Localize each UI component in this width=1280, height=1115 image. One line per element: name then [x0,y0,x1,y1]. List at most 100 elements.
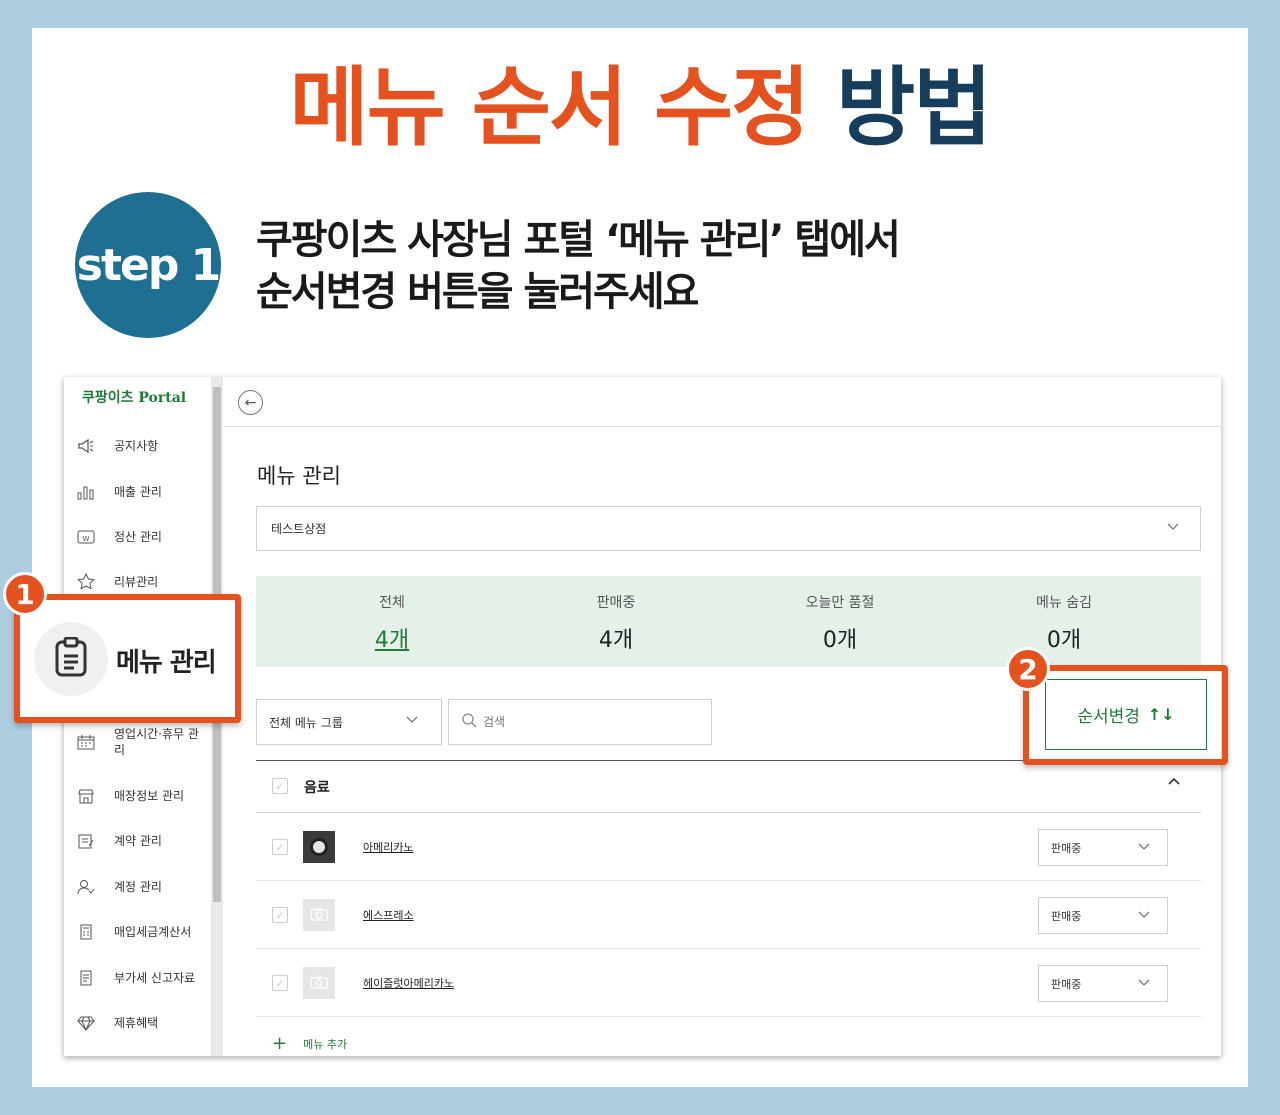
sidebar-item-contract[interactable]: 계약 관리 [76,826,162,856]
highlight-reorder-button [1023,665,1228,765]
stat-label: 전체 [379,595,405,611]
sidebar-item-label: 공지사항 [114,439,159,453]
search-box[interactable] [448,699,712,745]
search-icon [461,712,477,732]
bar-chart-icon [76,482,96,502]
menu-group-select-value: 전체 메뉴 그룹 [269,715,343,730]
menu-name-link[interactable]: 에스프레소 [363,907,414,923]
user-icon [76,877,96,897]
menu-checkbox[interactable]: ✓ [272,975,288,991]
settlement-icon: W [76,527,96,547]
sidebar-item-settlement[interactable]: W 정산 관리 [76,522,162,552]
sidebar-item-benefits[interactable]: 제휴혜택 [76,1008,158,1038]
menu-status-value: 판매중 [1051,841,1082,855]
sidebar-item-tax-invoice[interactable]: 매입세금계산서 [76,917,191,947]
menu-checkbox[interactable]: ✓ [272,839,288,855]
star-review-icon [76,572,96,592]
stat-value: 4개 [598,628,634,653]
sidebar-item-label: 부가세 신고자료 [114,971,196,985]
sidebar-item-vat[interactable]: 부가세 신고자료 [76,963,195,993]
sidebar-item-review[interactable]: 리뷰관리 [76,567,158,597]
calculator-icon [76,922,96,942]
menu-status-select[interactable]: 판매중 [1038,897,1168,934]
top-bar: ← [224,377,1221,427]
stat-label: 메뉴 숨김 [1036,595,1092,611]
store-select-value: 테스트상점 [271,522,327,536]
sidebar-item-notice[interactable]: 공지사항 [76,431,158,461]
highlight-label: 메뉴 관리 [116,648,217,678]
store-icon [76,786,96,806]
sidebar-item-label: 계정 관리 [114,880,162,894]
sidebar-item-label: 영업시간·휴무 관리 [114,727,199,757]
step-line-2: 순서변경 버튼을 눌러주세요 [256,269,699,315]
add-menu-label: 메뉴 추가 [303,1037,348,1051]
stat-label: 판매중 [596,595,636,611]
step-number-badge-2: 2 [1006,647,1050,691]
sidebar-item-account[interactable]: 계정 관리 [76,872,162,902]
clipboard-icon [54,636,88,681]
menu-row: ✓ 에스프레소 판매중 [256,881,1201,949]
menu-status-select[interactable]: 판매중 [1038,829,1168,866]
contract-icon [76,831,96,851]
search-input[interactable] [483,715,683,729]
menu-row: ✓ 아메리카노 판매중 [256,813,1201,881]
page-headline: 메뉴 순서 수정 방법 [0,58,1280,158]
sidebar-item-sales[interactable]: 매출 관리 [76,477,162,507]
headline-navy-part: 방법 [836,58,992,158]
svg-text:W: W [83,535,90,543]
step-badge: step 1 [75,192,221,338]
step-line-1: 쿠팡이츠 사장님 포털 ‘메뉴 관리’ 탭에서 [256,217,901,263]
sidebar-item-label: 제휴혜택 [114,1016,159,1030]
stat-value: 0개 [822,628,858,653]
page-title: 메뉴 관리 [257,464,341,488]
step-instruction: 쿠팡이츠 사장님 포털 ‘메뉴 관리’ 탭에서 순서변경 버튼을 눌러주세요 [256,214,901,318]
highlight-menu-management[interactable]: 메뉴 관리 [14,594,241,723]
stat-value: 0개 [1046,628,1082,653]
chevron-down-icon [1137,975,1151,992]
stat-sold-out-today[interactable]: 오늘만 품절 0개 [740,592,940,654]
clipboard-icon-circle [34,622,108,696]
store-select[interactable]: 테스트상점 [256,506,1201,551]
plus-icon: + [272,1033,288,1054]
stat-all[interactable]: 전체 4개 [292,592,492,654]
stat-on-sale[interactable]: 판매중 4개 [516,592,716,654]
menu-photo-placeholder [303,899,335,931]
menu-stats-panel: 전체 4개 판매중 4개 오늘만 품절 0개 메뉴 숨김 0개 [256,576,1201,667]
menu-category-row: ✓ 음료 [256,760,1201,813]
arrow-left-icon: ← [244,394,257,411]
menu-status-value: 판매중 [1051,909,1082,923]
camera-icon [310,974,328,993]
stat-hidden[interactable]: 메뉴 숨김 0개 [964,592,1164,654]
menu-name-link[interactable]: 아메리카노 [363,839,414,855]
menu-name-link[interactable]: 헤이즐럿아메리카노 [363,975,454,991]
menu-status-select[interactable]: 판매중 [1038,965,1168,1002]
sidebar-item-label: 매입세금계산서 [114,925,192,939]
headline-orange-part: 메뉴 순서 수정 [289,58,811,158]
back-button[interactable]: ← [238,390,263,415]
add-menu-button[interactable]: + 메뉴 추가 [272,1033,347,1054]
sidebar-item-label: 매출 관리 [114,485,162,499]
menu-checkbox[interactable]: ✓ [272,907,288,923]
sidebar-item-label: 정산 관리 [114,530,162,544]
chevron-down-icon [405,712,419,729]
document-icon [76,968,96,988]
menu-photo [303,831,335,863]
chevron-up-icon[interactable] [1167,775,1181,793]
menu-group-select[interactable]: 전체 메뉴 그룹 [256,699,442,745]
chevron-down-icon [1137,839,1151,856]
category-checkbox[interactable]: ✓ [272,778,288,794]
stat-value: 4개 [374,628,410,653]
portal-logo: 쿠팡이츠 Portal [82,390,187,406]
sidebar-item-label: 계약 관리 [114,834,162,848]
sidebar-item-label: 리뷰관리 [114,575,159,589]
chevron-down-icon [1137,907,1151,924]
chevron-down-icon [1166,519,1180,536]
stat-label: 오늘만 품절 [805,595,875,611]
camera-icon [310,906,328,925]
sidebar-item-label: 매장정보 관리 [114,789,185,803]
sidebar-item-hours[interactable]: 영업시간·휴무 관리 [76,722,204,762]
menu-status-value: 판매중 [1051,977,1082,991]
sidebar-item-store[interactable]: 매장정보 관리 [76,781,184,811]
step-number-badge-1: 1 [3,572,47,616]
diamond-icon [76,1013,96,1033]
